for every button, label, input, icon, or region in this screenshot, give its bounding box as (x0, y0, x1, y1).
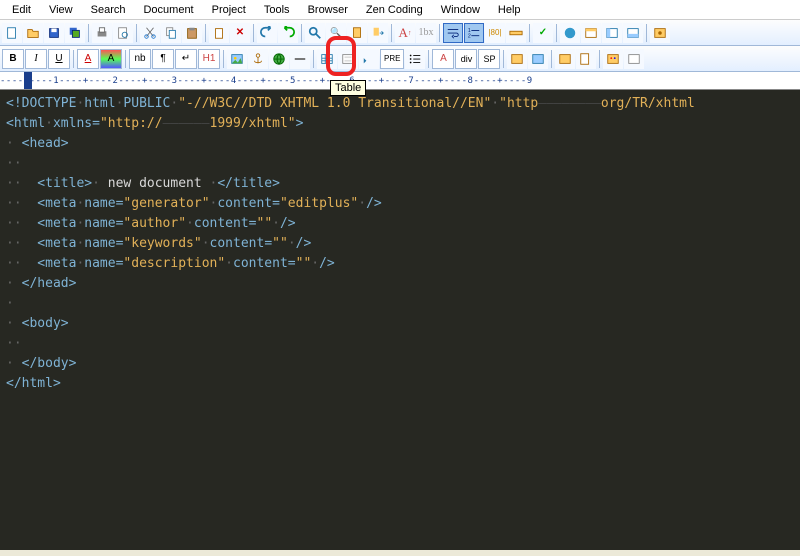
menu-document[interactable]: Document (135, 2, 201, 18)
panel-icon[interactable] (602, 23, 622, 43)
font-button[interactable]: A (77, 49, 99, 69)
font-increase-icon[interactable]: A↑ (395, 23, 415, 43)
tool-script-icon[interactable] (528, 49, 548, 69)
output-icon[interactable] (623, 23, 643, 43)
ruler: ----+----1----+----2----+----3----+----4… (0, 72, 800, 90)
menu-view[interactable]: View (41, 2, 81, 18)
new-file-icon[interactable] (2, 23, 22, 43)
font-decrease-icon[interactable]: 1bx (416, 23, 436, 43)
indent-button[interactable] (359, 49, 379, 69)
font-color-button[interactable]: A (100, 49, 122, 69)
anchor-button[interactable] (248, 49, 268, 69)
line-number-icon[interactable]: 12 (464, 23, 484, 43)
browser-ie-icon[interactable] (560, 23, 580, 43)
hr-button[interactable] (290, 49, 310, 69)
settings-icon[interactable] (650, 23, 670, 43)
menu-bar: Edit View Search Document Project Tools … (0, 0, 800, 20)
check-icon[interactable]: ✓ (533, 23, 553, 43)
bold-button[interactable]: B (2, 49, 24, 69)
menu-project[interactable]: Project (204, 2, 254, 18)
column-marker-icon[interactable]: |80| (485, 23, 505, 43)
redo-icon[interactable] (278, 23, 298, 43)
open-file-icon[interactable] (23, 23, 43, 43)
image-button[interactable] (227, 49, 247, 69)
menu-tools[interactable]: Tools (256, 2, 298, 18)
list-button[interactable] (405, 49, 425, 69)
print-preview-icon[interactable] (113, 23, 133, 43)
html-toolbar: B I U A A nb ¶ ↵ H1 PRE A div SP (0, 46, 800, 72)
code-editor[interactable]: <!DOCTYPE·html·PUBLIC·"-//W3C//DTD XHTML… (0, 90, 800, 550)
browser-view-icon[interactable] (581, 23, 601, 43)
span-button[interactable]: SP (478, 49, 500, 69)
pre-button[interactable]: PRE (380, 49, 404, 69)
tool-object-icon[interactable] (555, 49, 575, 69)
save-icon[interactable] (44, 23, 64, 43)
cut-icon[interactable] (140, 23, 160, 43)
main-toolbar: ✕ 🔍 A↑ 1bx 12 |80| ✓ (0, 20, 800, 46)
italic-button[interactable]: I (25, 49, 47, 69)
close-icon[interactable]: ✕ (230, 23, 250, 43)
wordwrap-icon[interactable] (443, 23, 463, 43)
ruler-scale: ----+----1----+----2----+----3----+----4… (0, 72, 533, 90)
menu-edit[interactable]: Edit (4, 2, 39, 18)
copy-icon[interactable] (161, 23, 181, 43)
find-replace-icon[interactable]: 🔍 (326, 23, 346, 43)
heading-button[interactable]: H1 (198, 49, 220, 69)
ruler-toggle-icon[interactable] (506, 23, 526, 43)
tool-css-icon[interactable] (507, 49, 527, 69)
bookmark-nav-icon[interactable] (368, 23, 388, 43)
nbsp-button[interactable]: nb (129, 49, 151, 69)
link-button[interactable] (269, 49, 289, 69)
menu-zen-coding[interactable]: Zen Coding (358, 2, 431, 18)
menu-help[interactable]: Help (490, 2, 529, 18)
tool-palette-icon[interactable] (603, 49, 623, 69)
undo-icon[interactable] (257, 23, 277, 43)
paste-icon[interactable] (182, 23, 202, 43)
menu-search[interactable]: Search (83, 2, 134, 18)
table-button[interactable] (317, 49, 337, 69)
svg-text:2: 2 (468, 33, 471, 39)
char-button[interactable]: A (432, 49, 454, 69)
tool-template-icon[interactable] (576, 49, 596, 69)
break-button[interactable]: ↵ (175, 49, 197, 69)
print-icon[interactable] (92, 23, 112, 43)
clipboard-icon[interactable] (209, 23, 229, 43)
paragraph-button[interactable]: ¶ (152, 49, 174, 69)
search-icon[interactable] (305, 23, 325, 43)
bookmark-icon[interactable] (347, 23, 367, 43)
menu-browser[interactable]: Browser (300, 2, 356, 18)
underline-button[interactable]: U (48, 49, 70, 69)
tool-last-icon[interactable] (624, 49, 644, 69)
form-button[interactable] (338, 49, 358, 69)
tooltip-table: Table (330, 80, 366, 96)
div-button[interactable]: div (455, 49, 477, 69)
menu-window[interactable]: Window (433, 2, 488, 18)
save-all-icon[interactable] (65, 23, 85, 43)
